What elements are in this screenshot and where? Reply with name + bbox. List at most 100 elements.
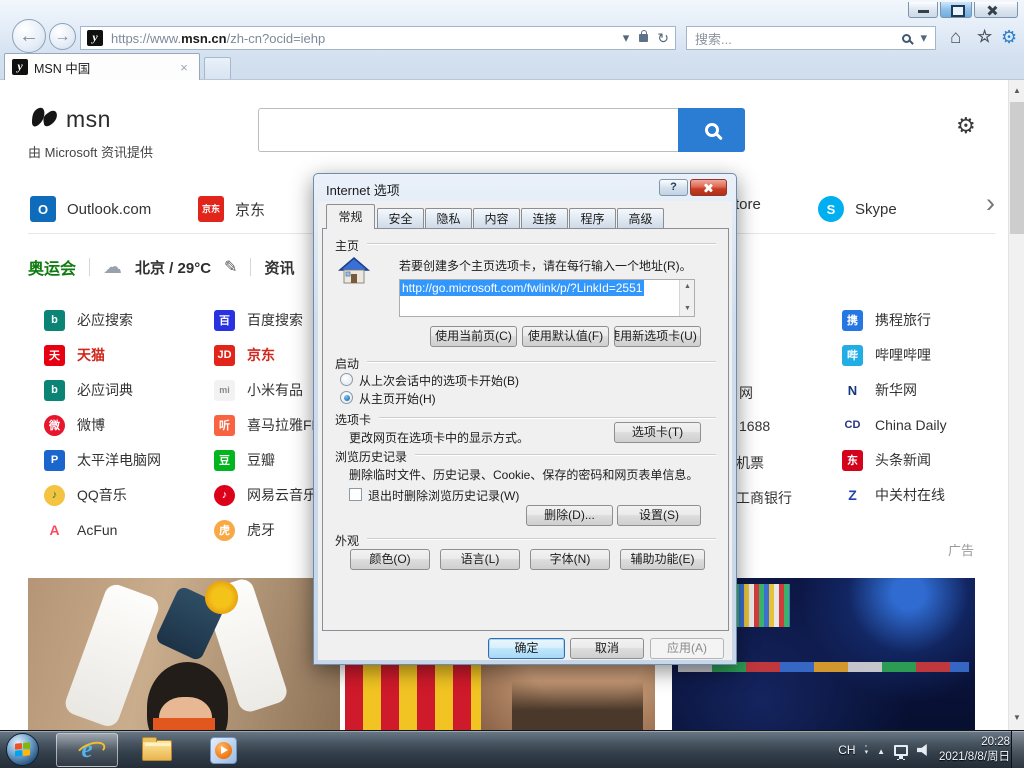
link-zol[interactable]: Z中关村在线 [842, 483, 945, 507]
photo-olympics-athlete[interactable] [28, 578, 340, 730]
hidden-link-fragment[interactable]: 1688 [739, 418, 770, 434]
dialog-tab-connections[interactable]: 连接 [521, 208, 568, 229]
minimize-button[interactable] [908, 2, 938, 18]
close-button[interactable] [974, 2, 1018, 18]
dialog-tab-security[interactable]: 安全 [377, 208, 424, 229]
link-bing-search[interactable]: b必应搜索 [44, 308, 133, 332]
radio-label: 从主页开始(H) [359, 390, 436, 407]
scroll-up-icon[interactable] [1009, 83, 1024, 99]
dialog-tab-general[interactable]: 常规 [326, 204, 375, 229]
restore-button[interactable] [940, 2, 972, 18]
taskbar-explorer-item[interactable] [126, 733, 188, 767]
cancel-button[interactable]: 取消 [570, 638, 644, 659]
link-ximalaya[interactable]: 听喜马拉雅FM [214, 413, 323, 437]
top-link-store-fragment[interactable]: tore [735, 196, 761, 213]
languages-button[interactable]: 语言(L) [440, 549, 520, 570]
link-tmall[interactable]: 天天猫 [44, 343, 105, 367]
top-link-outlook[interactable]: O Outlook.com [30, 196, 151, 222]
link-ctrip[interactable]: 携携程旅行 [842, 308, 931, 332]
link-china-daily[interactable]: CDChina Daily [842, 413, 947, 437]
tabs-button[interactable]: 选项卡(T) [614, 422, 701, 443]
settings-button[interactable]: 设置(S) [617, 505, 701, 526]
link-bing-dict[interactable]: b必应词典 [44, 378, 133, 402]
language-indicator[interactable]: CH [838, 743, 855, 757]
home-icon[interactable] [950, 27, 961, 49]
back-button[interactable] [12, 19, 46, 53]
tab-close-icon[interactable] [176, 60, 192, 75]
link-xinhuanet[interactable]: N新华网 [842, 378, 917, 402]
hidden-link-fragment[interactable]: 机票 [736, 453, 764, 473]
new-tab-button[interactable] [204, 57, 231, 79]
dialog-tab-privacy[interactable]: 隐私 [425, 208, 472, 229]
volume-icon[interactable] [917, 744, 930, 756]
address-bar[interactable]: y https://www.msn.cn/zh-cn?ocid=iehp [80, 26, 676, 50]
news-link[interactable]: 资讯 [264, 257, 294, 278]
refresh-icon[interactable] [657, 30, 669, 47]
dialog-tab-advanced[interactable]: 高级 [617, 208, 664, 229]
link-bilibili[interactable]: 哔哔哩哔哩 [842, 343, 931, 367]
link-huya[interactable]: 虎虎牙 [214, 518, 275, 542]
page-scrollbar[interactable] [1008, 80, 1024, 730]
browser-search-box[interactable]: 搜索... [686, 26, 936, 50]
dialog-titlebar[interactable]: Internet 选项 [314, 174, 736, 200]
hidden-link-fragment[interactable]: 网 [739, 383, 753, 403]
favorites-star-icon[interactable] [977, 27, 992, 47]
link-acfun[interactable]: AAcFun [44, 518, 117, 542]
taskbar-ie-item[interactable]: e [56, 733, 118, 767]
top-link-skype[interactable]: S Skype [818, 196, 897, 222]
dialog-help-button[interactable] [659, 179, 688, 196]
link-baidu[interactable]: 百百度搜索 [214, 308, 303, 332]
dialog-tab-programs[interactable]: 程序 [569, 208, 616, 229]
taskbar-clock[interactable]: 20:28 2021/8/8/周日 [939, 735, 1010, 765]
search-dropdown-icon[interactable] [920, 30, 927, 46]
use-default-button[interactable]: 使用默认值(F) [522, 326, 609, 347]
link-qq-music[interactable]: ♪QQ音乐 [44, 483, 127, 507]
link-jd[interactable]: JD京东 [214, 343, 275, 367]
page-settings-gear-icon[interactable] [956, 113, 976, 139]
tools-gear-icon[interactable] [1001, 27, 1017, 48]
forward-button[interactable] [49, 23, 76, 50]
browser-tab[interactable]: y MSN 中国 [4, 53, 200, 80]
scrollbar-thumb[interactable] [1010, 102, 1024, 234]
home-page-textarea[interactable]: http://go.microsoft.com/fwlink/p/?LinkId… [399, 279, 695, 317]
hidden-icons-arrow[interactable] [877, 741, 885, 759]
search-icon[interactable] [902, 34, 911, 43]
start-with-last-session-radio[interactable] [340, 373, 353, 386]
ok-button[interactable]: 确定 [488, 638, 565, 659]
language-bar-options-icon[interactable]: ▫▾ [865, 744, 869, 756]
link-xiaomi-youpin[interactable]: mi小米有品 [214, 378, 303, 402]
scroll-up-icon[interactable] [680, 280, 695, 294]
weather-city-temp[interactable]: 北京 / 29°C [135, 257, 211, 278]
olympics-link[interactable]: 奥运会 [28, 255, 76, 279]
edit-pencil-icon[interactable] [224, 257, 237, 277]
textarea-scrollbar[interactable] [679, 280, 694, 316]
msn-search-input[interactable] [258, 108, 678, 152]
top-link-jd[interactable]: 京东 京东 [198, 196, 265, 222]
colors-button[interactable]: 颜色(O) [350, 549, 430, 570]
msn-logo[interactable]: msn [30, 106, 111, 133]
link-toutiao-news[interactable]: 东头条新闻 [842, 448, 931, 472]
dialog-close-button[interactable] [690, 179, 727, 196]
msn-search-button[interactable] [678, 108, 745, 152]
fonts-button[interactable]: 字体(N) [530, 549, 610, 570]
start-button[interactable] [6, 733, 39, 766]
delete-history-on-exit-checkbox[interactable] [349, 488, 362, 501]
dialog-tab-content[interactable]: 内容 [473, 208, 520, 229]
use-current-button[interactable]: 使用当前页(C) [430, 326, 517, 347]
more-links-chevron-icon[interactable] [986, 188, 995, 219]
url-dropdown-icon[interactable] [623, 30, 630, 46]
start-with-home-page-radio[interactable] [340, 391, 353, 404]
scroll-down-icon[interactable] [680, 302, 695, 316]
link-douban[interactable]: 豆豆瓣 [214, 448, 275, 472]
use-new-tab-button[interactable]: 使用新选项卡(U) [614, 326, 701, 347]
show-desktop-button[interactable] [1011, 731, 1024, 768]
accessibility-button[interactable]: 辅助功能(E) [620, 549, 705, 570]
hidden-link-fragment[interactable]: 工商银行 [736, 488, 792, 508]
scroll-down-icon[interactable] [1009, 710, 1024, 726]
delete-button[interactable]: 删除(D)... [526, 505, 613, 526]
network-icon[interactable] [894, 745, 908, 756]
taskbar-media-player-item[interactable] [192, 733, 254, 767]
link-pconline[interactable]: P太平洋电脑网 [44, 448, 161, 472]
link-netease-music[interactable]: ♪网易云音乐 [214, 483, 317, 507]
link-weibo[interactable]: 微微博 [44, 413, 105, 437]
